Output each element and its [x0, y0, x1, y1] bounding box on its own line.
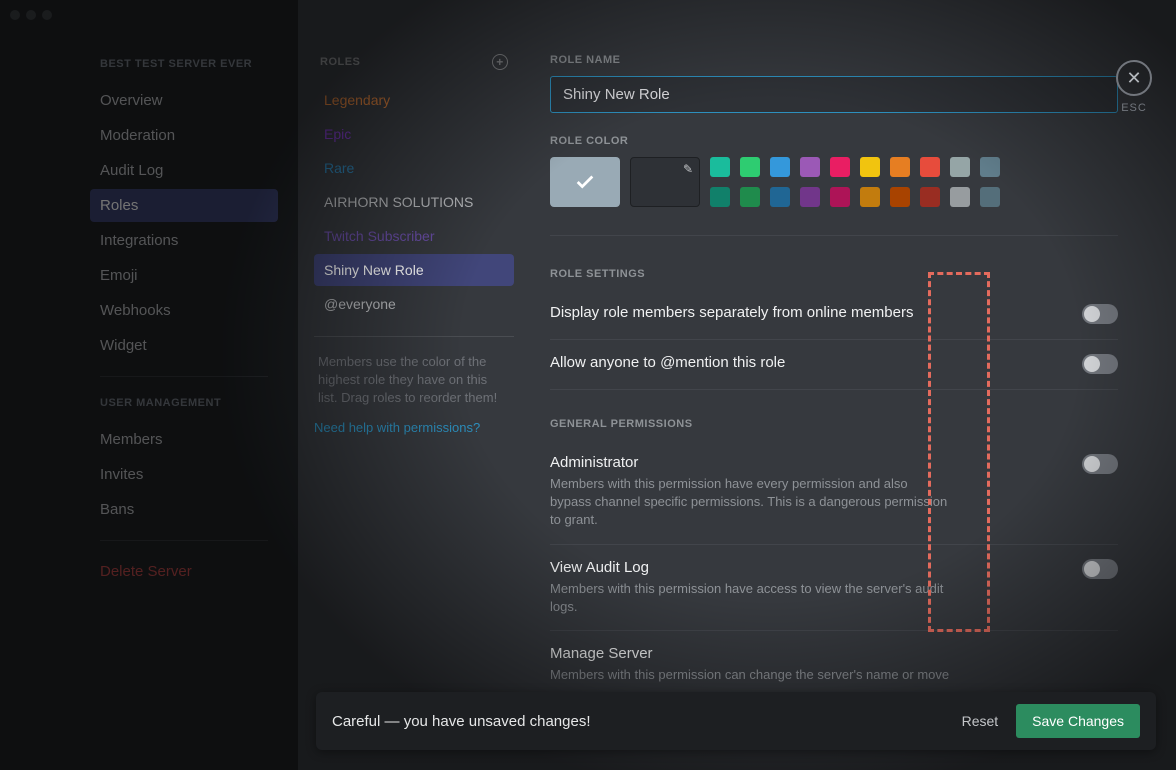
role-item[interactable]: Twitch Subscriber: [314, 220, 514, 252]
nav-item-emoji[interactable]: Emoji: [90, 259, 278, 292]
reset-button[interactable]: Reset: [962, 713, 999, 729]
nav-item-invites[interactable]: Invites: [90, 458, 278, 491]
general-permissions-label: GENERAL PERMISSIONS: [550, 418, 1118, 430]
setting-hoist-toggle[interactable]: [1082, 304, 1118, 324]
nav-item-roles[interactable]: Roles: [90, 189, 278, 222]
unsaved-changes-bar: Careful — you have unsaved changes! Rese…: [316, 692, 1156, 750]
nav-item-members[interactable]: Members: [90, 423, 278, 456]
role-item[interactable]: Shiny New Role: [314, 254, 514, 286]
add-role-icon[interactable]: +: [492, 54, 508, 70]
role-detail-panel: ROLE NAME ROLE COLOR ✎ ROLE SETTINGS Dis…: [530, 0, 1176, 770]
close-settings: ✕ ESC: [1116, 60, 1152, 114]
perm-manage-desc: Members with this permission can change …: [550, 666, 949, 684]
color-swatch[interactable]: [890, 157, 910, 177]
sidebar-divider: [100, 376, 268, 377]
role-name-label: ROLE NAME: [550, 54, 1118, 66]
nav-item-audit-log[interactable]: Audit Log: [90, 154, 278, 187]
role-name-input[interactable]: [550, 76, 1118, 113]
color-swatch[interactable]: [740, 157, 760, 177]
color-default-swatch[interactable]: [550, 157, 620, 207]
nav-item-webhooks[interactable]: Webhooks: [90, 294, 278, 327]
color-swatch[interactable]: [830, 157, 850, 177]
permissions-help-link[interactable]: Need help with permissions?: [314, 420, 514, 435]
roles-list-column: ROLES + LegendaryEpicRareAIRHORN SOLUTIO…: [298, 0, 530, 770]
close-button[interactable]: ✕: [1116, 60, 1152, 96]
nav-item-integrations[interactable]: Integrations: [90, 224, 278, 257]
nav-item-bans[interactable]: Bans: [90, 493, 278, 526]
color-swatch[interactable]: [950, 157, 970, 177]
color-swatch[interactable]: [830, 187, 850, 207]
perm-manage-title: Manage Server: [550, 645, 949, 662]
perm-admin-toggle[interactable]: [1082, 454, 1118, 474]
check-icon: [574, 171, 596, 193]
role-item[interactable]: Epic: [314, 118, 514, 150]
nav-item-widget[interactable]: Widget: [90, 329, 278, 362]
setting-mention-label: Allow anyone to @mention this role: [550, 354, 785, 371]
color-swatch[interactable]: [860, 157, 880, 177]
color-swatch[interactable]: [740, 187, 760, 207]
roles-header-label: ROLES: [320, 56, 360, 68]
server-settings-sidebar: BEST TEST SERVER EVER OverviewModeration…: [0, 0, 298, 770]
color-swatch[interactable]: [800, 187, 820, 207]
color-swatch[interactable]: [980, 157, 1000, 177]
roles-hint-text: Members use the color of the highest rol…: [314, 353, 514, 408]
esc-label: ESC: [1116, 102, 1152, 114]
roles-divider: [314, 336, 514, 337]
color-custom-swatch[interactable]: ✎: [630, 157, 700, 207]
color-swatch[interactable]: [980, 187, 1000, 207]
color-swatch[interactable]: [770, 157, 790, 177]
color-swatch[interactable]: [710, 157, 730, 177]
sidebar-divider: [100, 540, 268, 541]
color-swatch[interactable]: [770, 187, 790, 207]
perm-admin-desc: Members with this permission have every …: [550, 475, 950, 530]
perm-audit-title: View Audit Log: [550, 559, 950, 576]
eyedropper-icon: ✎: [683, 162, 693, 176]
color-swatch[interactable]: [950, 187, 970, 207]
role-item[interactable]: AIRHORN SOLUTIONS: [314, 186, 514, 218]
role-settings-label: ROLE SETTINGS: [550, 268, 1118, 280]
color-swatch[interactable]: [710, 187, 730, 207]
setting-hoist-label: Display role members separately from onl…: [550, 304, 913, 321]
color-swatch[interactable]: [890, 187, 910, 207]
role-item[interactable]: @everyone: [314, 288, 514, 320]
window-traffic-lights: [10, 10, 52, 20]
color-swatch[interactable]: [860, 187, 880, 207]
role-item[interactable]: Rare: [314, 152, 514, 184]
section-divider: [550, 235, 1118, 236]
setting-mention-toggle[interactable]: [1082, 354, 1118, 374]
delete-server-button[interactable]: Delete Server: [90, 555, 278, 588]
color-swatch[interactable]: [800, 157, 820, 177]
unsaved-text: Careful — you have unsaved changes!: [332, 713, 591, 730]
color-swatch[interactable]: [920, 157, 940, 177]
perm-admin-title: Administrator: [550, 454, 950, 471]
perm-audit-toggle[interactable]: [1082, 559, 1118, 579]
role-color-label: ROLE COLOR: [550, 135, 1118, 147]
nav-item-moderation[interactable]: Moderation: [90, 119, 278, 152]
role-item[interactable]: Legendary: [314, 84, 514, 116]
nav-item-overview[interactable]: Overview: [90, 84, 278, 117]
save-changes-button[interactable]: Save Changes: [1016, 704, 1140, 738]
server-name-header: BEST TEST SERVER EVER: [90, 52, 278, 76]
user-management-header: USER MANAGEMENT: [90, 391, 278, 415]
perm-audit-desc: Members with this permission have access…: [550, 580, 950, 616]
color-swatch[interactable]: [920, 187, 940, 207]
